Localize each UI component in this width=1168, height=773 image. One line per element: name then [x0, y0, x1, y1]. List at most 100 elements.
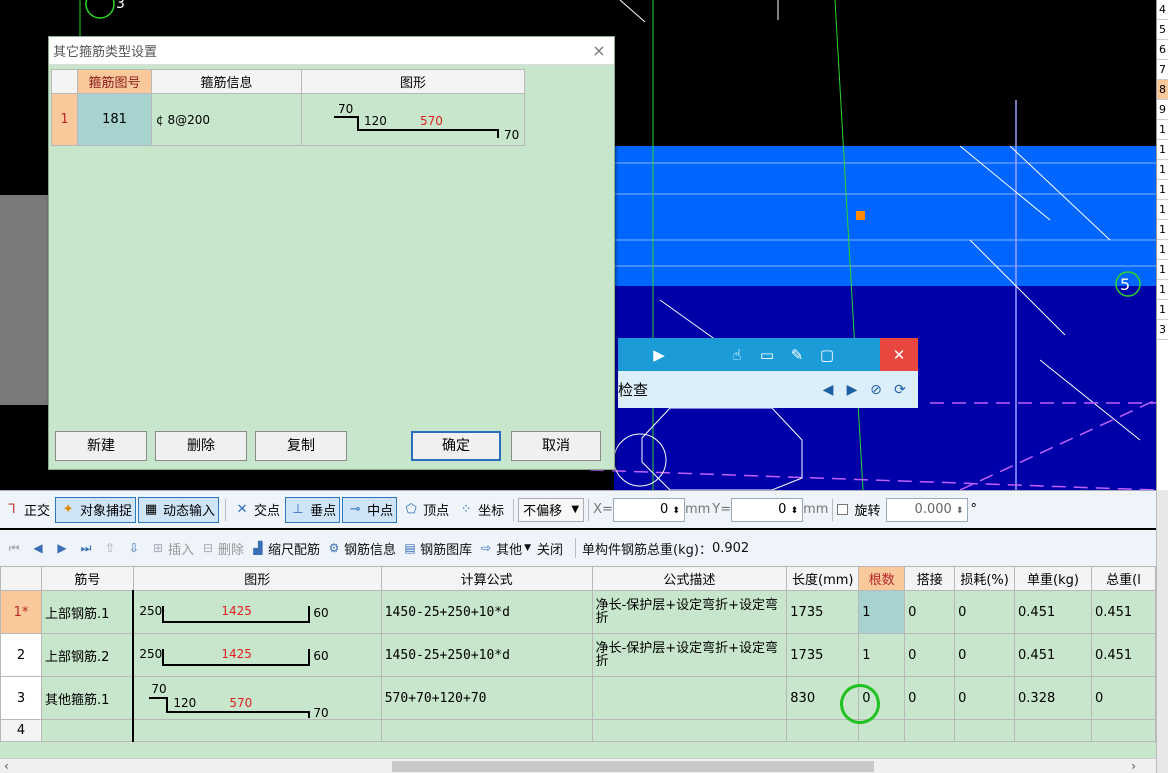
grid-cell[interactable] [904, 719, 956, 742]
next-icon[interactable]: ▶ [840, 382, 864, 398]
rebar-name-cell[interactable]: 上部钢筋.1 [40, 590, 135, 634]
offset-select[interactable]: 不偏移 ▼ [518, 497, 585, 522]
edit-icon[interactable]: ✎ [782, 338, 812, 371]
list-item[interactable]: 3 [1157, 320, 1168, 340]
list-item[interactable]: 7 [1157, 60, 1168, 80]
loss-cell[interactable]: 0 [954, 633, 1016, 677]
grid-cell[interactable] [591, 719, 788, 742]
scroll-left-icon[interactable]: ‹ [4, 759, 9, 773]
list-item[interactable]: 1 [1157, 300, 1168, 320]
table-row[interactable]: 1 181 ¢ 8@200 70 120 570 70 [51, 93, 525, 146]
grid-cell[interactable] [786, 719, 860, 742]
grid-col-header[interactable]: 搭接 [904, 566, 956, 591]
col-code-header[interactable]: 箍筋图号 [77, 69, 152, 94]
close-icon[interactable]: ✕ [880, 338, 918, 371]
total-weight-cell[interactable]: 0 [1090, 676, 1156, 720]
grid-col-header[interactable]: 计算公式 [380, 566, 593, 591]
delete-row-button[interactable]: ⊟ 删除 [200, 539, 244, 558]
grid-col-header[interactable]: 长度(mm) [786, 566, 860, 591]
vertical-scrollbar[interactable] [1156, 490, 1168, 773]
grid-cell[interactable] [380, 719, 593, 742]
total-weight-cell[interactable]: 0.451 [1090, 590, 1156, 634]
grid-col-header[interactable]: 总重(l [1090, 566, 1156, 591]
other-menu-button[interactable]: ⇨ 其他 ▼ [478, 539, 531, 558]
list-item[interactable]: 8 [1157, 80, 1168, 100]
list-item[interactable]: 6 [1157, 40, 1168, 60]
object-snap-toggle[interactable]: ✦ 对象捕捉 [55, 496, 137, 523]
length-cell[interactable]: 1735 [786, 590, 860, 634]
col-fig-header[interactable]: 图形 [301, 69, 525, 94]
grid-col-header[interactable] [0, 566, 42, 591]
dynamic-input-toggle[interactable]: ▦ 动态输入 [138, 496, 220, 523]
intersect-toggle[interactable]: ✕ 交点 [230, 497, 283, 523]
last-record-icon[interactable]: ⏭ [78, 541, 96, 556]
grid-col-header[interactable]: 公式描述 [591, 566, 788, 591]
row-number[interactable]: 1* [0, 590, 42, 634]
list-item[interactable]: 1 [1157, 240, 1168, 260]
vertex-toggle[interactable]: ⬠ 顶点 [399, 497, 452, 523]
row-number[interactable]: 4 [0, 719, 42, 742]
dialog-close-icon[interactable]: × [584, 41, 614, 60]
stirrup-info-cell[interactable]: ¢ 8@200 [151, 93, 302, 146]
right-side-list[interactable]: 45678911111111113 [1156, 0, 1168, 490]
insert-button[interactable]: ⊞ 插入 [150, 539, 194, 558]
rebar-library-button[interactable]: ▤ 钢筋图库 [402, 539, 472, 558]
table-row[interactable]: 2 上部钢筋.2 250 1425 60 1450-25+250+10*d 净长-保护层+设… [0, 633, 1156, 677]
grid-cell[interactable] [1014, 719, 1092, 742]
first-record-icon[interactable]: ⏮ [6, 541, 24, 556]
move-down-icon[interactable]: ⇩ [126, 541, 144, 555]
unit-weight-cell[interactable]: 0.451 [1014, 590, 1092, 634]
move-up-icon[interactable]: ⇧ [102, 541, 120, 555]
count-cell[interactable]: 1 [858, 633, 906, 677]
prev-record-icon[interactable]: ◀ [30, 541, 48, 555]
scroll-right-icon[interactable]: › [1131, 759, 1136, 773]
new-button[interactable]: 新建 [55, 431, 147, 461]
delete-button[interactable]: 删除 [155, 431, 247, 461]
description-cell[interactable] [591, 676, 788, 720]
spinner-icon[interactable]: ⬍ [956, 506, 964, 516]
lap-cell[interactable]: 0 [904, 590, 956, 634]
rebar-name-cell[interactable]: 上部钢筋.2 [40, 633, 135, 677]
rebar-figure-cell[interactable]: 250 1425 60 [132, 633, 382, 677]
grid-cell[interactable] [40, 719, 135, 742]
comment-icon[interactable]: ▭ [752, 338, 782, 371]
total-weight-cell[interactable]: 0.451 [1090, 633, 1156, 677]
length-cell[interactable]: 1735 [786, 633, 860, 677]
grid-col-header[interactable]: 损耗(%) [954, 566, 1016, 591]
perpendicular-toggle[interactable]: ⊥ 垂点 [285, 496, 341, 523]
y-input[interactable]: 0 ⬍ [731, 497, 804, 522]
list-item[interactable]: 1 [1157, 200, 1168, 220]
coord-toggle[interactable]: ⁘ 坐标 [454, 497, 507, 523]
copy-button[interactable]: 复制 [255, 431, 347, 461]
next-record-icon[interactable]: ▶ [54, 541, 72, 555]
scale-rebar-button[interactable]: ▟ 缩尺配筋 [250, 539, 320, 558]
horizontal-scrollbar[interactable]: ‹ › [0, 758, 1156, 773]
lap-cell[interactable]: 0 [904, 676, 956, 720]
stirrup-figure-cell[interactable]: 70 120 570 70 [301, 93, 525, 146]
grid-cell[interactable] [132, 719, 382, 742]
dialog-titlebar[interactable]: 其它箍筋类型设置 × [49, 37, 614, 65]
list-item[interactable]: 1 [1157, 180, 1168, 200]
x-input[interactable]: 0 ⬍ [612, 497, 685, 522]
stirrup-code-cell[interactable]: 181 [77, 93, 152, 146]
unit-weight-cell[interactable]: 0.451 [1014, 633, 1092, 677]
description-cell[interactable]: 净长-保护层+设定弯折+设定弯折 [591, 633, 788, 677]
window-icon[interactable]: ▢ [812, 338, 842, 371]
rebar-name-cell[interactable]: 其他箍筋.1 [40, 676, 135, 720]
ok-button[interactable]: 确定 [411, 431, 501, 461]
grid-col-header[interactable]: 单重(kg) [1014, 566, 1092, 591]
loss-cell[interactable]: 0 [954, 676, 1016, 720]
close-button[interactable]: 关闭 [537, 539, 563, 558]
grid-col-header[interactable]: 图形 [132, 566, 382, 591]
row-number[interactable]: 1 [51, 93, 78, 146]
spinner-icon[interactable]: ⬍ [672, 506, 680, 516]
cancel-button[interactable]: 取消 [511, 431, 601, 461]
grid-cell[interactable] [1090, 719, 1156, 742]
formula-cell[interactable]: 1450-25+250+10*d [380, 633, 593, 677]
list-item[interactable]: 1 [1157, 260, 1168, 280]
refresh-icon[interactable]: ⟳ [888, 382, 912, 398]
list-item[interactable]: 1 [1157, 120, 1168, 140]
play-icon[interactable]: ▶ [644, 338, 674, 371]
list-item[interactable]: 1 [1157, 160, 1168, 180]
rotate-input[interactable]: 0.000 ⬍ [886, 497, 969, 522]
